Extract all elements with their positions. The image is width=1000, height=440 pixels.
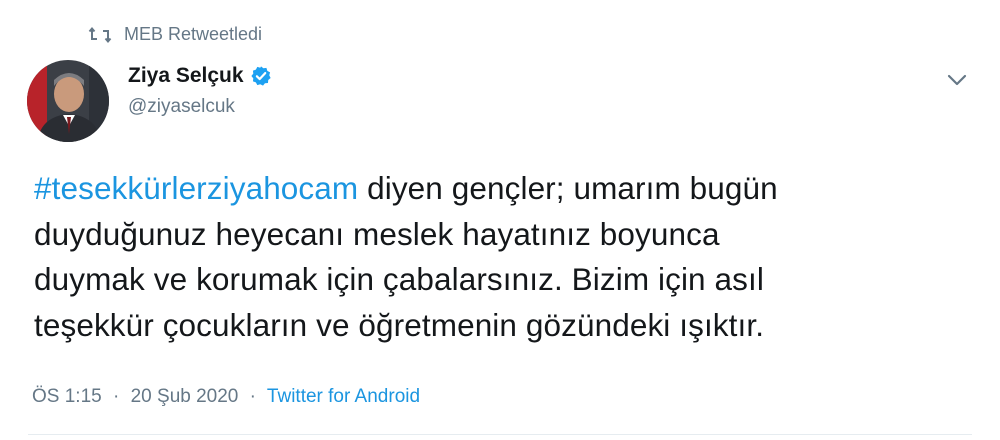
tweet-line-1-text: diyen gençler; umarım bugün: [358, 170, 778, 206]
tweet-line-2: duyduğunuz heyecanı meslek hayatınız boy…: [34, 215, 720, 252]
avatar-photo: [27, 60, 109, 142]
meta-separator: ·: [249, 386, 256, 407]
tweet-text: #tesekkürlerziyahocam diyen gençler; uma…: [34, 166, 984, 348]
tweet-time[interactable]: ÖS 1:15: [32, 386, 102, 407]
tweet-source-link[interactable]: Twitter for Android: [267, 386, 420, 407]
chevron-down-icon: [947, 74, 967, 86]
tweet-line-4: teşekkür çocukların ve öğretmenin gözünd…: [34, 306, 765, 343]
tweet-date[interactable]: 20 Şub 2020: [131, 386, 239, 407]
author-handle[interactable]: @ziyaselcuk: [128, 96, 272, 118]
retweet-context[interactable]: MEB Retweetledi: [88, 24, 262, 45]
hashtag-link[interactable]: #tesekkürlerziyahocam: [34, 170, 358, 206]
retweet-icon: [88, 25, 112, 45]
author-block: Ziya Selçuk @ziyaselcuk: [128, 64, 272, 118]
divider: [28, 434, 972, 435]
retweet-label: MEB Retweetledi: [124, 24, 263, 44]
avatar[interactable]: [27, 60, 109, 142]
tweet-menu-button[interactable]: [944, 70, 970, 90]
author-name[interactable]: Ziya Selçuk: [128, 64, 244, 88]
tweet-line-3: duymak ve korumak için çabalarsınız. Biz…: [34, 261, 764, 297]
tweet-meta: ÖS 1:15 · 20 Şub 2020 · Twitter for Andr…: [32, 386, 420, 408]
tweet-card: MEB Retweetledi Ziya Selçuk @ziyaselcuk: [0, 0, 1000, 440]
tweet-line-1: #tesekkürlerziyahocam diyen gençler; uma…: [34, 166, 984, 212]
verified-badge-icon: [250, 65, 272, 87]
meta-separator: ·: [113, 386, 120, 407]
